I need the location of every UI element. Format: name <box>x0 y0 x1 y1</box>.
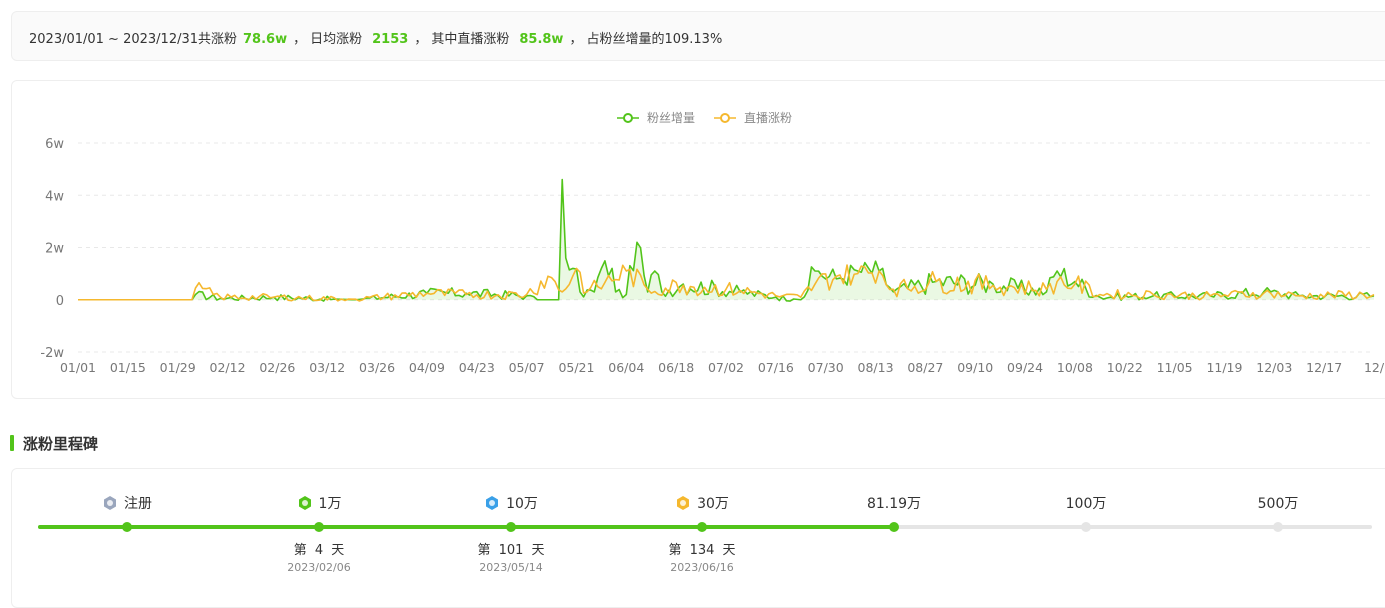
x-tick-label: 03/12 <box>309 360 345 375</box>
milestone-date: 2023/05/14 <box>479 561 543 574</box>
x-tick-label: 02/12 <box>210 360 246 375</box>
milestone-value: 500万 <box>1257 496 1299 512</box>
x-tick-label: 01/29 <box>160 360 196 375</box>
y-tick-label: 4w <box>45 189 64 204</box>
legend-marker <box>720 113 730 123</box>
milestone-value: 1万 <box>318 496 342 512</box>
legend-label: 直播涨粉 <box>744 110 792 125</box>
x-tick-label: 11/05 <box>1157 360 1193 375</box>
x-tick-label: 04/23 <box>459 360 495 375</box>
x-tick-label: 09/24 <box>1007 360 1043 375</box>
x-tick-label: 12/ <box>1364 360 1385 375</box>
x-tick-label: 07/30 <box>808 360 844 375</box>
x-tick-label: 07/02 <box>708 360 744 375</box>
milestone-label: 1万 <box>239 493 399 513</box>
milestone-dot <box>697 522 707 532</box>
milestone-date: 2023/06/16 <box>670 561 734 574</box>
summary-ratio: 占粉丝增量的109.13% <box>586 32 723 47</box>
series-line-fans <box>78 178 1375 302</box>
legend-label: 粉丝增量 <box>647 111 695 125</box>
milestone-value: 10万 <box>506 496 538 512</box>
x-tick-label: 07/16 <box>758 360 794 375</box>
badge-icon <box>486 496 499 510</box>
x-tick-label: 01/01 <box>60 360 96 375</box>
milestone-date: 2023/02/06 <box>287 561 351 574</box>
x-tick-label: 11/19 <box>1206 360 1242 375</box>
milestone-dot <box>506 522 516 532</box>
x-tick-label: 10/08 <box>1057 360 1093 375</box>
x-tick-label: 03/26 <box>359 360 395 375</box>
x-tick-label: 12/03 <box>1256 360 1292 375</box>
y-tick-label: -2w <box>40 346 64 361</box>
x-tick-label: 09/10 <box>957 360 993 375</box>
section-title: 涨粉里程碑 <box>10 434 99 453</box>
series-area-fans <box>78 179 1374 302</box>
section-label: 涨粉里程碑 <box>23 434 99 453</box>
milestone-label: 81.19万 <box>814 493 974 513</box>
x-tick-label: 08/27 <box>907 360 943 375</box>
badge-icon <box>677 496 690 510</box>
summary-sep: ， <box>293 32 307 47</box>
x-tick-label: 08/13 <box>858 360 894 375</box>
x-tick-label: 06/04 <box>608 360 644 375</box>
milestone-value: 30万 <box>697 496 729 512</box>
summary-daily-label: 日均涨粉 <box>310 32 363 47</box>
badge-icon <box>298 496 311 510</box>
summary-sep: ， <box>569 32 583 47</box>
summary-total: 78.6w <box>243 32 288 47</box>
section-accent-bar <box>10 435 14 451</box>
summary-range: 2023/01/01 ~ 2023/12/31共涨粉 <box>29 32 238 47</box>
milestone-label: 500万 <box>1198 493 1358 513</box>
y-tick-label: 0 <box>56 294 64 309</box>
y-tick-label: 2w <box>45 242 64 257</box>
legend-marker <box>623 113 633 123</box>
fans-line-chart: 6w 4w 2w 0 -2w01/01 01/15 01/29 02/12 02/26 03/12… <box>40 110 1385 375</box>
milestone-label: 10万 <box>431 493 591 513</box>
milestone-day: 第 134 天 <box>668 543 736 558</box>
y-tick-label: 6w <box>45 137 64 152</box>
milestone-dot <box>1273 522 1283 532</box>
badge-icon <box>104 496 116 510</box>
summary-sep: ， <box>414 32 428 47</box>
x-tick-label: 06/18 <box>658 360 694 375</box>
x-tick-label: 05/21 <box>558 360 594 375</box>
milestone-label: 30万 <box>622 493 782 513</box>
x-tick-label: 02/26 <box>259 360 295 375</box>
milestone-label: 100万 <box>1006 493 1166 513</box>
milestone-day: 第 4 天 <box>293 543 345 558</box>
x-tick-label: 04/09 <box>409 360 445 375</box>
milestone-label: 注册 <box>47 493 207 513</box>
x-tick-label: 10/22 <box>1107 360 1143 375</box>
summary-daily: 2153 <box>372 32 409 47</box>
fans-chart-card: 6w 4w 2w 0 -2w 01/01 01/15 01/29 02/12 02/26 03/12… <box>11 80 1385 399</box>
summary-live-label: 其中直播涨粉 <box>431 32 510 47</box>
milestone-dot <box>1081 522 1091 532</box>
milestone-dot <box>889 522 899 532</box>
milestone-card: 注册 1万第 4 天 2023/02/06 10万第 101 天 2023/05/14 3… <box>11 468 1385 608</box>
milestone-dot <box>122 522 132 532</box>
summary-text: 2023/01/01 ~ 2023/12/31共涨粉 78.6w，日均涨粉 2153… <box>29 28 726 47</box>
milestone-progress <box>38 525 894 529</box>
summary-live: 85.8w <box>519 32 564 47</box>
milestone-day: 第 101 天 <box>477 543 545 558</box>
summary-bar: 2023/01/01 ~ 2023/12/31共涨粉 78.6w，日均涨粉 2153… <box>11 11 1385 61</box>
milestone-value: 81.19万 <box>866 496 922 512</box>
x-tick-label: 01/15 <box>110 360 146 375</box>
x-tick-label: 05/07 <box>509 360 545 375</box>
milestone-value: 注册 <box>124 496 152 512</box>
milestone-dot <box>314 522 324 532</box>
milestone-value: 100万 <box>1065 496 1107 512</box>
x-tick-label: 12/17 <box>1306 360 1342 375</box>
